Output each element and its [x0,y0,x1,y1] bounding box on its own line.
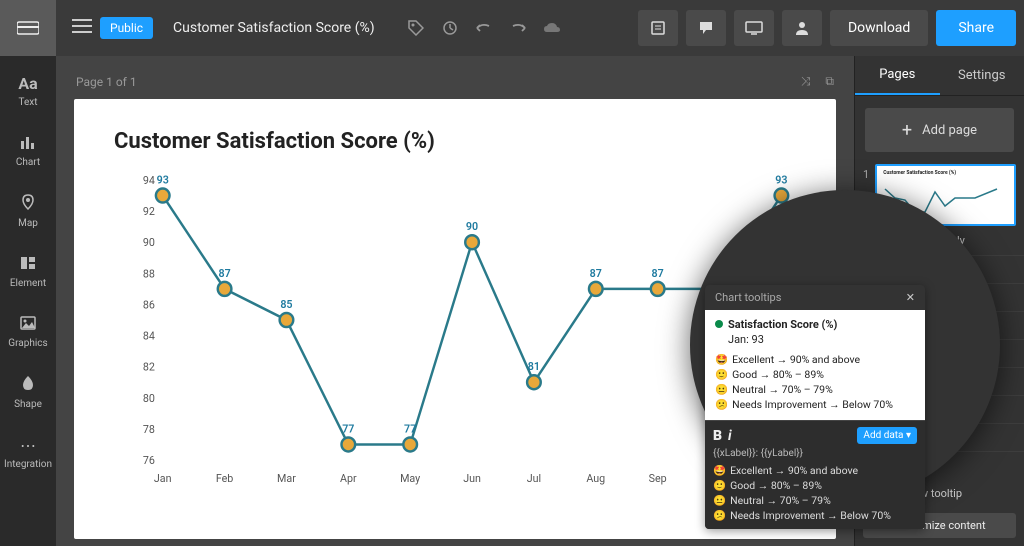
rating-line: 😐Neutral → 70% – 79% [715,382,915,397]
integration-icon: ⋯ [20,436,36,455]
legend-dot-icon [715,320,723,328]
close-icon[interactable]: ✕ [906,291,915,304]
svg-text:93: 93 [775,173,787,186]
share-button[interactable]: Share [936,10,1016,46]
note-icon[interactable] [638,10,678,46]
add-page-button[interactable]: + Add page [865,108,1014,152]
svg-text:92: 92 [143,205,155,218]
svg-text:Mar: Mar [277,472,296,485]
add-data-button[interactable]: Add data ▾ [857,427,917,444]
svg-text:94: 94 [143,174,155,187]
svg-text:90: 90 [466,220,478,233]
bold-button[interactable]: B [713,428,722,444]
svg-text:81: 81 [528,360,540,373]
editor-toolbar: B i Add data ▾ [713,427,917,444]
svg-text:80: 80 [143,392,155,405]
svg-text:77: 77 [342,422,354,435]
comment-icon[interactable] [686,10,726,46]
svg-text:93: 93 [157,173,169,186]
page-counter: Page 1 of 1 [76,75,137,89]
template-placeholder[interactable]: {{xLabel}}: {{yLabel}} [713,448,917,459]
page-meta-bar: Page 1 of 1 ⤨ ⧉ [74,68,836,99]
chart-tooltips-popup: Chart tooltips ✕ Satisfaction Score (%) … [705,285,925,529]
rating-line: 🙂Good → 80% – 89% [715,367,915,382]
svg-text:87: 87 [218,267,230,280]
rail-graphics[interactable]: Graphics [8,311,47,353]
svg-text:Apr: Apr [340,472,357,485]
document-title[interactable]: Customer Satisfaction Score (%) [173,20,375,36]
download-button[interactable]: Download [830,10,928,46]
svg-text:85: 85 [280,298,292,311]
tooltip-preview: Satisfaction Score (%) Jan: 93 🤩Excellen… [705,310,925,420]
menu-icon[interactable] [72,18,92,38]
svg-text:87: 87 [652,267,664,280]
shape-icon [22,375,34,395]
people-icon[interactable] [782,10,822,46]
editor-rating-line[interactable]: 🙂Good → 80% – 89% [713,478,917,493]
toolbar-icons [401,13,567,43]
top-bar: Public Customer Satisfaction Score (%) D… [0,0,1024,56]
rail-text[interactable]: AaText [18,70,37,112]
svg-text:77: 77 [404,422,416,435]
shuffle-icon[interactable]: ⤨ [801,74,811,88]
svg-text:84: 84 [143,329,155,342]
svg-text:87: 87 [590,267,602,280]
editor-rating-line[interactable]: 😕Needs Improvement → Below 70% [713,508,917,523]
present-icon[interactable] [734,10,774,46]
svg-text:Jun: Jun [463,472,481,485]
element-icon [20,255,36,274]
graphics-icon [20,315,36,334]
copy-icon[interactable]: ⧉ [825,74,834,88]
svg-text:78: 78 [143,423,155,436]
svg-text:Sep: Sep [649,472,667,485]
svg-text:Aug: Aug [586,472,605,485]
chart-title: Customer Satisfaction Score (%) [114,129,796,154]
rail-shape[interactable]: Shape [14,371,42,414]
rating-line: 😕Needs Improvement → Below 70% [715,397,915,412]
rating-line: 🤩Excellent → 90% and above [715,352,915,367]
svg-text:88: 88 [143,267,155,280]
undo-icon[interactable] [469,13,499,43]
cloud-icon[interactable] [537,13,567,43]
editor-rating-line[interactable]: 😐Neutral → 70% – 79% [713,493,917,508]
app-logo [0,0,56,56]
panel-tabs: Pages Settings [855,56,1024,96]
tab-pages[interactable]: Pages [855,56,940,95]
thumb-number: 1 [863,164,869,181]
text-icon: Aa [18,74,37,93]
svg-text:Feb: Feb [216,472,234,485]
redo-icon[interactable] [503,13,533,43]
svg-text:82: 82 [143,361,155,374]
svg-text:90: 90 [143,236,155,249]
rail-map[interactable]: Map [18,190,38,233]
popup-header: Chart tooltips ✕ [705,285,925,310]
clock-icon[interactable] [435,13,465,43]
tooltip-point: Jan: 93 [715,331,915,352]
rail-chart[interactable]: Chart [16,130,40,172]
rail-integration[interactable]: ⋯Integration [4,432,52,474]
tag-icon[interactable] [401,13,431,43]
svg-text:Jan: Jan [154,472,172,485]
svg-text:May: May [400,472,420,485]
rail-element[interactable]: Element [10,251,46,293]
svg-text:Jul: Jul [527,472,541,485]
left-sidebar: AaText Chart Map Element Graphics Shape … [0,56,56,546]
visibility-badge[interactable]: Public [100,17,153,39]
editor-rating-line[interactable]: 🤩Excellent → 90% and above [713,463,917,478]
tooltip-editor: B i Add data ▾ {{xLabel}}: {{yLabel}} 🤩E… [705,420,925,529]
page-tools: ⤨ ⧉ [801,74,834,89]
plus-icon: + [902,120,912,141]
chart-icon [20,134,36,153]
svg-text:86: 86 [143,298,155,311]
svg-text:76: 76 [143,454,155,467]
italic-button[interactable]: i [728,428,732,444]
map-icon [21,194,35,214]
wallet-icon [17,20,39,36]
tab-settings[interactable]: Settings [940,56,1024,95]
